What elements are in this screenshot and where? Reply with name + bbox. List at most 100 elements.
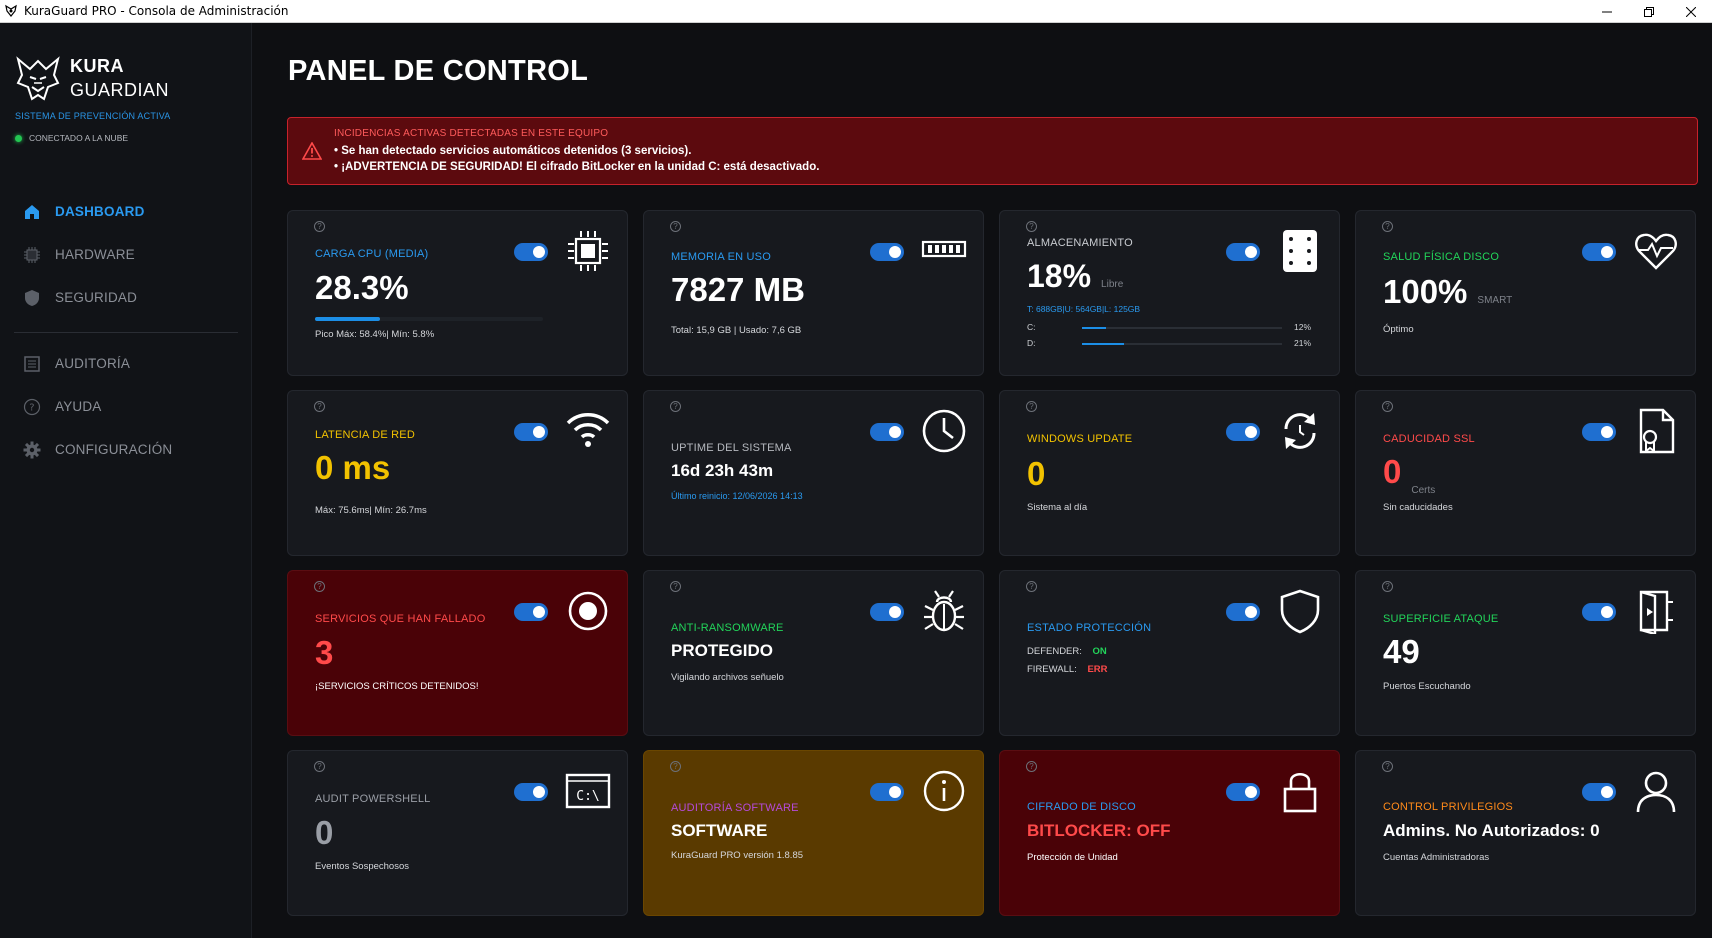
storage-unit: Libre — [1101, 279, 1124, 290]
card-privileges: ? CONTROL PRIVILEGIOS Admins. No Autoriz… — [1355, 750, 1696, 916]
ssl-value: 0 — [1383, 453, 1402, 490]
disk-health-unit: SMART — [1477, 295, 1513, 306]
card-windows-update: ? WINDOWS UPDATE 0 Sistema al día — [999, 390, 1340, 556]
card-label: CADUCIDAD SSL — [1383, 433, 1475, 445]
nav-item-hardware[interactable]: HARDWARE — [0, 233, 252, 276]
alert-line: • Se han detectado servicios automáticos… — [334, 145, 692, 157]
card-memory: ? MEMORIA EN USO 7827 MB Total: 15,9 GB … — [643, 210, 984, 376]
card-sub: Sistema al día — [1027, 502, 1088, 513]
user-icon — [1632, 767, 1680, 815]
card-value: 0 Certs — [1383, 453, 1435, 496]
close-button[interactable] — [1670, 0, 1712, 23]
help-icon[interactable]: ? — [1382, 401, 1393, 412]
card-protection: ? ESTADO PROTECCIÓN DEFENDER: ON FIREWAL… — [999, 570, 1340, 736]
cpu-progress-fill — [315, 317, 380, 321]
help-icon[interactable]: ? — [670, 401, 681, 412]
storage-value: 18% — [1027, 258, 1092, 294]
nav-item-ayuda[interactable]: ? AYUDA — [0, 385, 252, 428]
card-value: 49 — [1383, 633, 1420, 670]
disk-name: C: — [1027, 322, 1036, 332]
uptime-toggle[interactable] — [870, 423, 904, 441]
help-icon[interactable]: ? — [1026, 221, 1037, 232]
help-icon[interactable]: ? — [1382, 221, 1393, 232]
shield-outline-icon — [1276, 587, 1324, 635]
disk-row-d: D: 21% — [1027, 338, 1311, 348]
card-storage: ? ALMACENAMIENTO 18% Libre T: 688GB|U: 56… — [999, 210, 1340, 376]
nav-label: AYUDA — [55, 399, 102, 414]
disk-usage-fill — [1082, 327, 1106, 329]
help-icon[interactable]: ? — [1026, 761, 1037, 772]
help-icon[interactable]: ? — [670, 761, 681, 772]
help-icon[interactable]: ? — [314, 401, 325, 412]
windows-update-toggle[interactable] — [1226, 423, 1260, 441]
warning-icon — [302, 142, 322, 160]
latency-toggle[interactable] — [514, 423, 548, 441]
failed-services-toggle[interactable] — [514, 603, 548, 621]
disk-pct: 12% — [1294, 322, 1312, 332]
help-icon[interactable]: ? — [1382, 581, 1393, 592]
brand-name-line2: GUARDIAN — [70, 80, 170, 100]
nav-divider — [14, 332, 238, 333]
card-label: ANTI-RANSOMWARE — [671, 622, 784, 634]
privileges-toggle[interactable] — [1582, 783, 1616, 801]
powershell-toggle[interactable] — [514, 783, 548, 801]
close-icon — [1686, 6, 1696, 17]
card-value: 0 — [1027, 455, 1046, 492]
help-icon[interactable]: ? — [314, 761, 325, 772]
help-icon[interactable]: ? — [1026, 401, 1037, 412]
cpu-toggle[interactable] — [514, 243, 548, 261]
nav-item-configuracion[interactable]: CONFIGURACIÓN — [0, 428, 252, 471]
encryption-toggle[interactable] — [1226, 783, 1260, 801]
card-label: UPTIME DEL SISTEMA — [671, 442, 792, 454]
help-icon[interactable]: ? — [1026, 581, 1037, 592]
system-status: SISTEMA DE PREVENCIÓN ACTIVA — [15, 111, 171, 121]
nav-label: CONFIGURACIÓN — [55, 442, 173, 457]
software-toggle[interactable] — [870, 783, 904, 801]
minimize-button[interactable] — [1586, 0, 1628, 23]
nav-item-auditoria[interactable]: AUDITORÍA — [0, 342, 252, 385]
cpu-progress-bar — [315, 317, 543, 321]
cloud-status-label: CONECTADO A LA NUBE — [29, 133, 129, 143]
help-icon[interactable]: ? — [670, 581, 681, 592]
firewall-label: FIREWALL: — [1027, 664, 1077, 675]
card-cpu: ? CARGA CPU (MEDIA) 28.3% Pico Máx: 58.4… — [287, 210, 628, 376]
sync-icon — [1276, 407, 1324, 455]
terminal-icon-label: C:\ — [576, 789, 599, 804]
storage-toggle[interactable] — [1226, 243, 1260, 261]
gear-icon — [22, 440, 42, 460]
card-sub: KuraGuard PRO versión 1.8.85 — [671, 850, 804, 861]
help-icon: ? — [22, 397, 42, 417]
storage-detail: T: 688GB|U: 564GB|L: 125GB — [1027, 304, 1141, 314]
card-value: 7827 MB — [671, 271, 805, 308]
list-icon — [22, 354, 42, 374]
nav-item-dashboard[interactable]: DASHBOARD — [0, 190, 252, 233]
help-icon[interactable]: ? — [314, 581, 325, 592]
ssl-toggle[interactable] — [1582, 423, 1616, 441]
card-value: PROTEGIDO — [671, 641, 774, 660]
card-value: 28.3% — [315, 269, 409, 306]
memory-toggle[interactable] — [870, 243, 904, 261]
ransomware-toggle[interactable] — [870, 603, 904, 621]
disk-name: D: — [1027, 338, 1036, 348]
restore-button[interactable] — [1628, 0, 1670, 23]
disk-health-toggle[interactable] — [1582, 243, 1616, 261]
card-value: BITLOCKER: OFF — [1027, 821, 1171, 840]
app-samurai-icon — [5, 4, 17, 17]
window-controls — [1586, 0, 1712, 23]
wifi-icon — [564, 407, 612, 455]
card-value: 0 ms — [315, 449, 391, 486]
card-sub: Sin caducidades — [1383, 502, 1453, 513]
nav-item-seguridad[interactable]: SEGURIDAD — [0, 276, 252, 319]
record-icon — [564, 587, 612, 635]
help-icon[interactable]: ? — [1382, 761, 1393, 772]
card-value: 3 — [315, 634, 334, 671]
protection-toggle[interactable] — [1226, 603, 1260, 621]
attack-surface-toggle[interactable] — [1582, 603, 1616, 621]
help-icon[interactable]: ? — [314, 221, 325, 232]
card-attack-surface: ? SUPERFICIE ATAQUE 49 Puertos Escuchand… — [1355, 570, 1696, 736]
help-icon[interactable]: ? — [670, 221, 681, 232]
samurai-logo-icon — [16, 56, 60, 101]
card-label: WINDOWS UPDATE — [1027, 433, 1133, 445]
card-uptime: ? UPTIME DEL SISTEMA 16d 23h 43m Último … — [643, 390, 984, 556]
ssl-unit: Certs — [1411, 485, 1436, 496]
